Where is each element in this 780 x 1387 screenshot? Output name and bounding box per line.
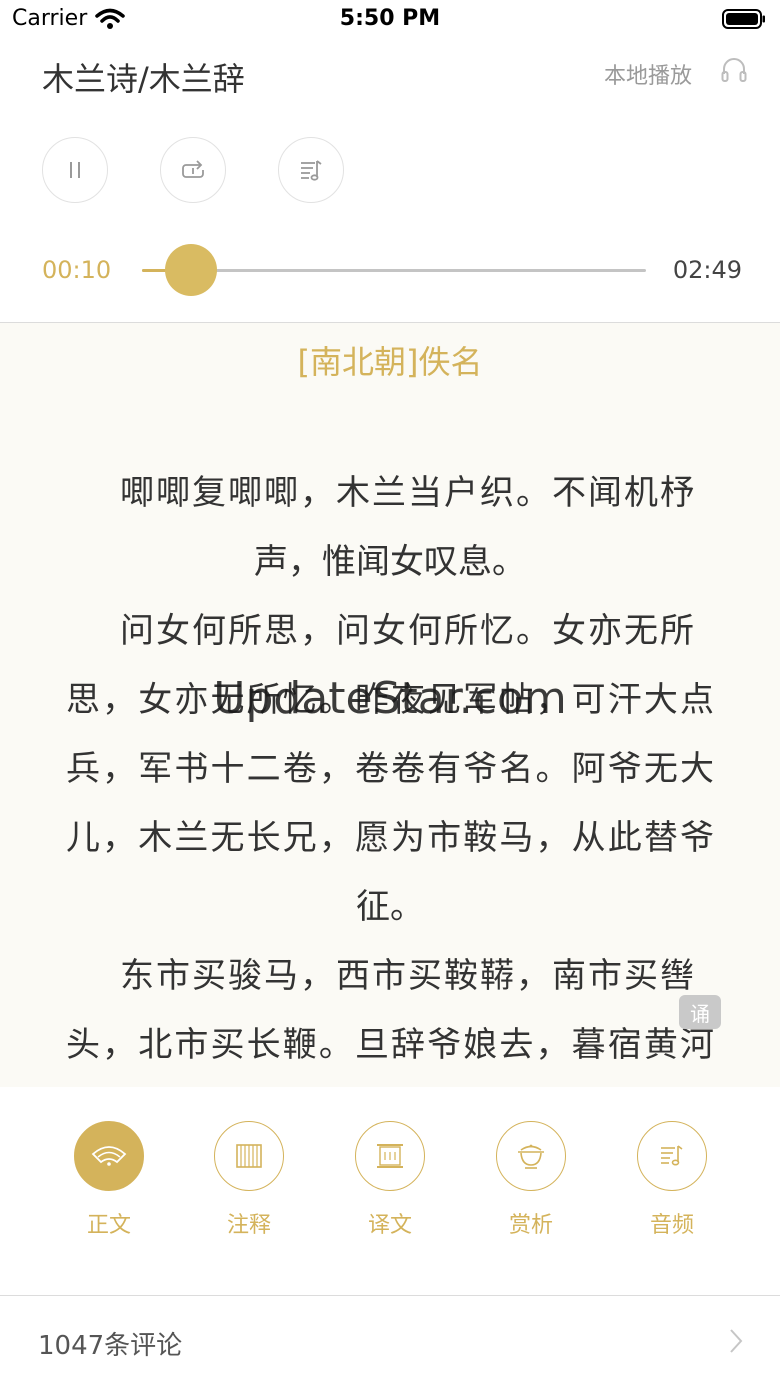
poem-line: 声，惟闻女叹息。 (254, 542, 526, 582)
bamboo-slips-icon (236, 1144, 262, 1168)
playlist-button[interactable] (278, 137, 344, 203)
tab-label: 音频 (649, 1213, 694, 1238)
tab-audio[interactable]: 音频 (612, 1121, 732, 1239)
watermark: UpdateStar.com (213, 673, 567, 724)
comments-count: 1047条评论 (38, 1331, 183, 1361)
local-play-button[interactable]: 本地播放 (604, 58, 692, 90)
tab-analysis[interactable]: 赏析 (471, 1121, 591, 1239)
pause-button[interactable] (42, 137, 108, 203)
pause-icon (70, 162, 80, 178)
poem-line: 兵，军书十二卷，卷卷有爷名。阿爷无大 (66, 749, 714, 789)
total-time: 02:49 (672, 256, 742, 284)
tab-icon-circle (496, 1121, 566, 1191)
carrier-label: Carrier (12, 6, 88, 31)
tab-icon-circle (355, 1121, 425, 1191)
poem-author: [南北朝]佚名 (297, 343, 483, 381)
tab-icon-circle (637, 1121, 707, 1191)
playlist-icon (661, 1145, 683, 1166)
recite-button[interactable]: 诵 (679, 995, 721, 1029)
repeat-one-icon (182, 160, 204, 178)
tea-cup-icon (518, 1144, 544, 1169)
battery-icon (722, 9, 765, 29)
poem-line: 唧唧复唧唧，木兰当户织。不闻机杼 (120, 473, 694, 513)
fan-icon (91, 1146, 127, 1166)
progress-slider[interactable] (142, 244, 646, 296)
tab-text[interactable]: 正文 (49, 1121, 169, 1239)
poem-title: 木兰诗/木兰辞 (42, 60, 245, 98)
chevron-right-icon (730, 1329, 743, 1353)
scroll-icon (377, 1144, 403, 1168)
tab-icon-circle (214, 1121, 284, 1191)
tab-label: 译文 (367, 1213, 412, 1238)
tab-label: 赏析 (508, 1213, 553, 1238)
poem-line: 征。 (356, 887, 424, 927)
poem-line: 头，北市买长鞭。旦辞爷娘去，暮宿黄河 (66, 1025, 714, 1065)
playlist-icon (301, 160, 322, 181)
poem-content[interactable]: [南北朝]佚名 唧唧复唧唧，木兰当户织。不闻机杼 声，惟闻女叹息。 问女何所思，… (0, 323, 780, 1087)
tab-notes[interactable]: 注释 (189, 1121, 309, 1239)
poem-line: 问女何所思，问女何所忆。女亦无所 (120, 611, 694, 651)
tab-label: 正文 (86, 1213, 131, 1238)
section-tabs: 正文 注释 译文 赏析 音频 (0, 1087, 780, 1295)
tab-label: 注释 (226, 1213, 271, 1238)
progress-thumb[interactable] (164, 244, 217, 296)
carrier-info: Carrier (12, 6, 125, 31)
current-time: 00:10 (42, 256, 112, 284)
tab-icon-circle (74, 1121, 144, 1191)
tab-translation[interactable]: 译文 (330, 1121, 450, 1239)
poem-line: 儿，木兰无长兄，愿为市鞍马，从此替爷 (66, 818, 714, 858)
repeat-one-button[interactable] (160, 137, 226, 203)
wifi-icon (95, 8, 125, 29)
headphones-icon[interactable] (720, 56, 748, 84)
status-bar: Carrier 5:50 PM (0, 0, 780, 40)
comments-row[interactable]: 1047条评论 (0, 1296, 780, 1387)
poem-line: 东市买骏马，西市买鞍鞯，南市买辔 (120, 956, 694, 996)
